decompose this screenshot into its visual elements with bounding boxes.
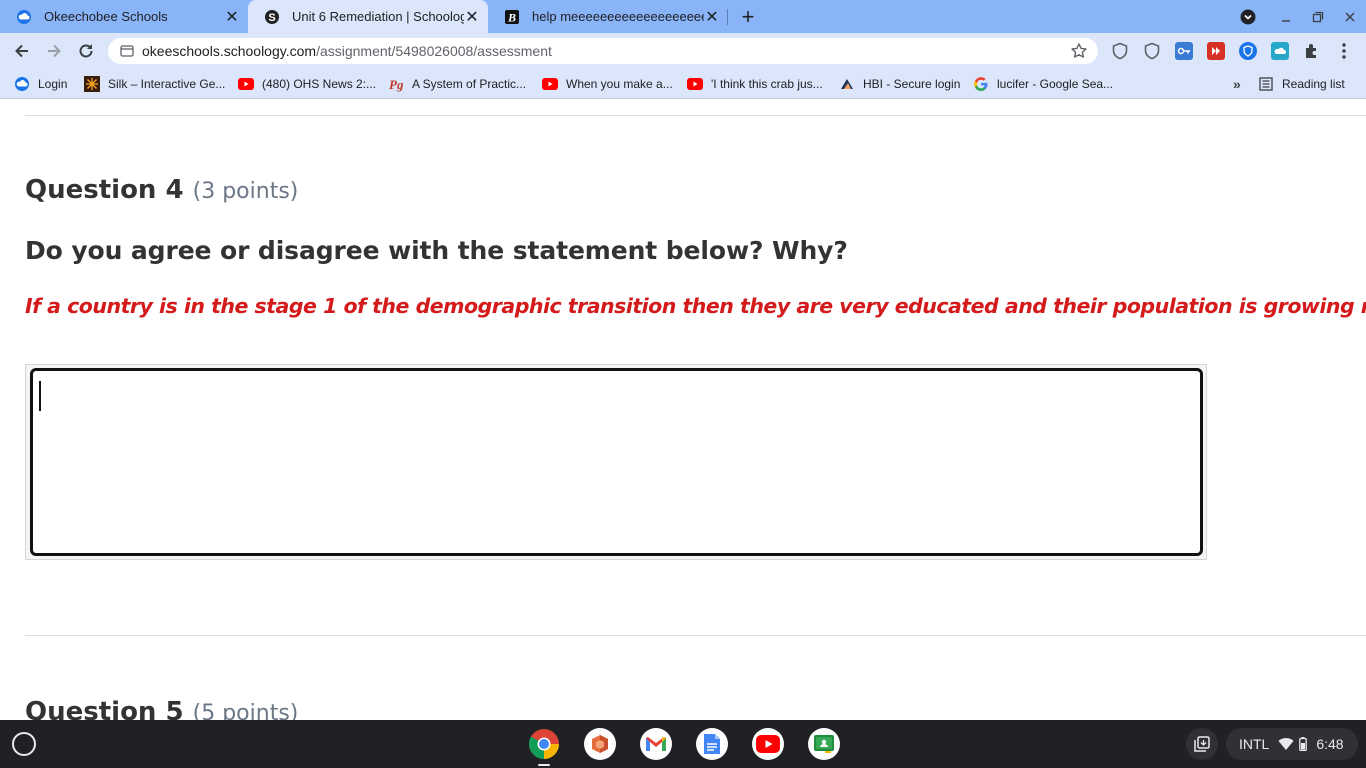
browser-toolbar: okeeschools.schoology.com/assignment/549… bbox=[0, 33, 1366, 69]
divider bbox=[25, 635, 1366, 636]
office-icon[interactable] bbox=[584, 728, 616, 760]
holding-space-icon[interactable] bbox=[1186, 728, 1218, 760]
media-extension-icon[interactable] bbox=[1207, 42, 1225, 60]
more-menu-icon[interactable] bbox=[1335, 42, 1353, 60]
schoology-cloud-icon bbox=[16, 9, 32, 25]
youtube-icon bbox=[687, 76, 703, 92]
bookmark-label: Login bbox=[38, 77, 68, 91]
key-extension-icon[interactable] bbox=[1175, 42, 1193, 60]
silk-icon bbox=[84, 76, 100, 92]
chrome-icon[interactable] bbox=[528, 728, 560, 760]
restore-icon[interactable] bbox=[1307, 6, 1329, 28]
url-host: okeeschools.schoology.com bbox=[142, 43, 317, 59]
gmail-icon[interactable] bbox=[640, 728, 672, 760]
clock: 6:48 bbox=[1316, 736, 1344, 752]
question-number: Question 5 bbox=[25, 697, 184, 720]
youtube-icon bbox=[542, 76, 558, 92]
url-text: okeeschools.schoology.com/assignment/549… bbox=[142, 43, 552, 59]
tab-strip: Okeechobee Schools ✕ S Unit 6 Remediatio… bbox=[0, 0, 1366, 33]
tab-title: help meeeeeeeeeeeeeeeeeeeeeeeeeeee bbox=[532, 9, 704, 24]
schoology-s-icon: S bbox=[264, 9, 280, 25]
bookmark-label: (480) OHS News 2:... bbox=[262, 77, 377, 91]
google-icon bbox=[973, 76, 989, 92]
question-prompt: Do you agree or disagree with the statem… bbox=[25, 236, 848, 265]
close-tab-icon[interactable]: ✕ bbox=[464, 9, 480, 26]
question-number: Question 4 bbox=[25, 175, 184, 205]
pg-icon: Pg bbox=[388, 76, 404, 92]
tab-help-me[interactable]: B help meeeeeeeeeeeeeeeeeeeeeeeeeeee ✕ bbox=[488, 0, 728, 33]
answer-box-frame bbox=[25, 364, 1207, 560]
extensions-puzzle-icon[interactable] bbox=[1303, 42, 1321, 60]
bookmark-label: lucifer - Google Sea... bbox=[997, 77, 1114, 91]
question-points: (5 points) bbox=[192, 701, 299, 720]
reading-list-icon bbox=[1258, 76, 1274, 92]
answer-textarea[interactable] bbox=[30, 368, 1203, 556]
tab-search-icon[interactable] bbox=[1237, 6, 1259, 28]
tab-title: Okeechobee Schools bbox=[44, 9, 168, 24]
ime-indicator: INTL bbox=[1239, 736, 1270, 752]
svg-text:Pg: Pg bbox=[389, 77, 404, 92]
site-info-icon[interactable] bbox=[120, 44, 134, 58]
youtube-icon bbox=[238, 76, 254, 92]
minimize-icon[interactable] bbox=[1275, 6, 1297, 28]
os-shelf: INTL 6:48 bbox=[0, 720, 1366, 768]
bookmark-when-you-make[interactable]: When you make a... bbox=[542, 75, 673, 93]
classroom-icon[interactable] bbox=[808, 728, 840, 760]
more-bookmarks-icon[interactable]: » bbox=[1233, 75, 1241, 93]
reading-list-button[interactable]: Reading list bbox=[1258, 75, 1345, 93]
close-window-icon[interactable] bbox=[1339, 6, 1361, 28]
reload-button[interactable] bbox=[74, 39, 98, 63]
bookmark-star-icon[interactable] bbox=[1070, 42, 1088, 60]
hbi-icon bbox=[839, 76, 855, 92]
shield-extension-icon[interactable] bbox=[1111, 42, 1129, 60]
svg-text:B: B bbox=[507, 10, 516, 24]
bookmark-hbi[interactable]: HBI - Secure login bbox=[839, 75, 960, 93]
bookmarks-bar: Login Silk – Interactive Ge... (480) OHS… bbox=[0, 69, 1366, 99]
shield-extension-icon[interactable] bbox=[1143, 42, 1161, 60]
bookmark-label: When you make a... bbox=[566, 77, 673, 91]
tab-separator bbox=[727, 9, 728, 25]
divider bbox=[25, 115, 1366, 116]
question-statement: If a country is in the stage 1 of the de… bbox=[25, 294, 1366, 318]
address-bar[interactable]: okeeschools.schoology.com/assignment/549… bbox=[108, 38, 1098, 64]
vpn-extension-icon[interactable] bbox=[1239, 42, 1257, 60]
question-4-heading: Question 4 (3 points) bbox=[25, 175, 298, 205]
bookmark-label: Silk – Interactive Ge... bbox=[108, 77, 226, 91]
close-tab-icon[interactable]: ✕ bbox=[704, 9, 720, 26]
question-points: (3 points) bbox=[192, 179, 299, 204]
tab-unit-6-remediation[interactable]: S Unit 6 Remediation | Schoology ✕ bbox=[248, 0, 488, 33]
assessment-page: Question 4 (3 points) Do you agree or di… bbox=[0, 100, 1366, 720]
url-path: /assignment/5498026008/assessment bbox=[316, 43, 552, 59]
battery-icon bbox=[1299, 737, 1308, 751]
tab-title: Unit 6 Remediation | Schoology bbox=[292, 9, 464, 24]
launcher-button[interactable] bbox=[12, 732, 36, 756]
bookmark-label: 'I think this crab jus... bbox=[711, 77, 823, 91]
tab-okeechobee-schools[interactable]: Okeechobee Schools ✕ bbox=[0, 0, 248, 33]
bookmark-label: A System of Practic... bbox=[412, 77, 527, 91]
status-tray[interactable]: INTL 6:48 bbox=[1226, 728, 1358, 760]
brainly-b-icon: B bbox=[504, 9, 520, 25]
back-button[interactable] bbox=[10, 39, 34, 63]
new-tab-button[interactable]: + bbox=[736, 4, 760, 29]
bookmark-login[interactable]: Login bbox=[14, 75, 67, 93]
bookmark-silk[interactable]: Silk – Interactive Ge... bbox=[84, 75, 225, 93]
wifi-icon bbox=[1278, 737, 1294, 751]
reading-list-label: Reading list bbox=[1282, 77, 1345, 91]
bookmark-ohs-news[interactable]: (480) OHS News 2:... bbox=[238, 75, 376, 93]
schoology-extension-icon[interactable] bbox=[1271, 42, 1289, 60]
bookmark-lucifer[interactable]: lucifer - Google Sea... bbox=[973, 75, 1113, 93]
text-cursor bbox=[39, 381, 41, 411]
bookmark-label: HBI - Secure login bbox=[863, 77, 961, 91]
youtube-icon[interactable] bbox=[752, 728, 784, 760]
bookmark-system-of-practice[interactable]: Pg A System of Practic... bbox=[388, 75, 526, 93]
schoology-cloud-icon bbox=[14, 76, 30, 92]
active-app-indicator bbox=[538, 764, 550, 766]
close-tab-icon[interactable]: ✕ bbox=[224, 9, 240, 26]
docs-icon[interactable] bbox=[696, 728, 728, 760]
question-5-heading: Question 5 (5 points) bbox=[25, 697, 298, 720]
bookmark-crab[interactable]: 'I think this crab jus... bbox=[687, 75, 823, 93]
svg-text:S: S bbox=[268, 12, 275, 24]
forward-button[interactable] bbox=[42, 39, 66, 63]
